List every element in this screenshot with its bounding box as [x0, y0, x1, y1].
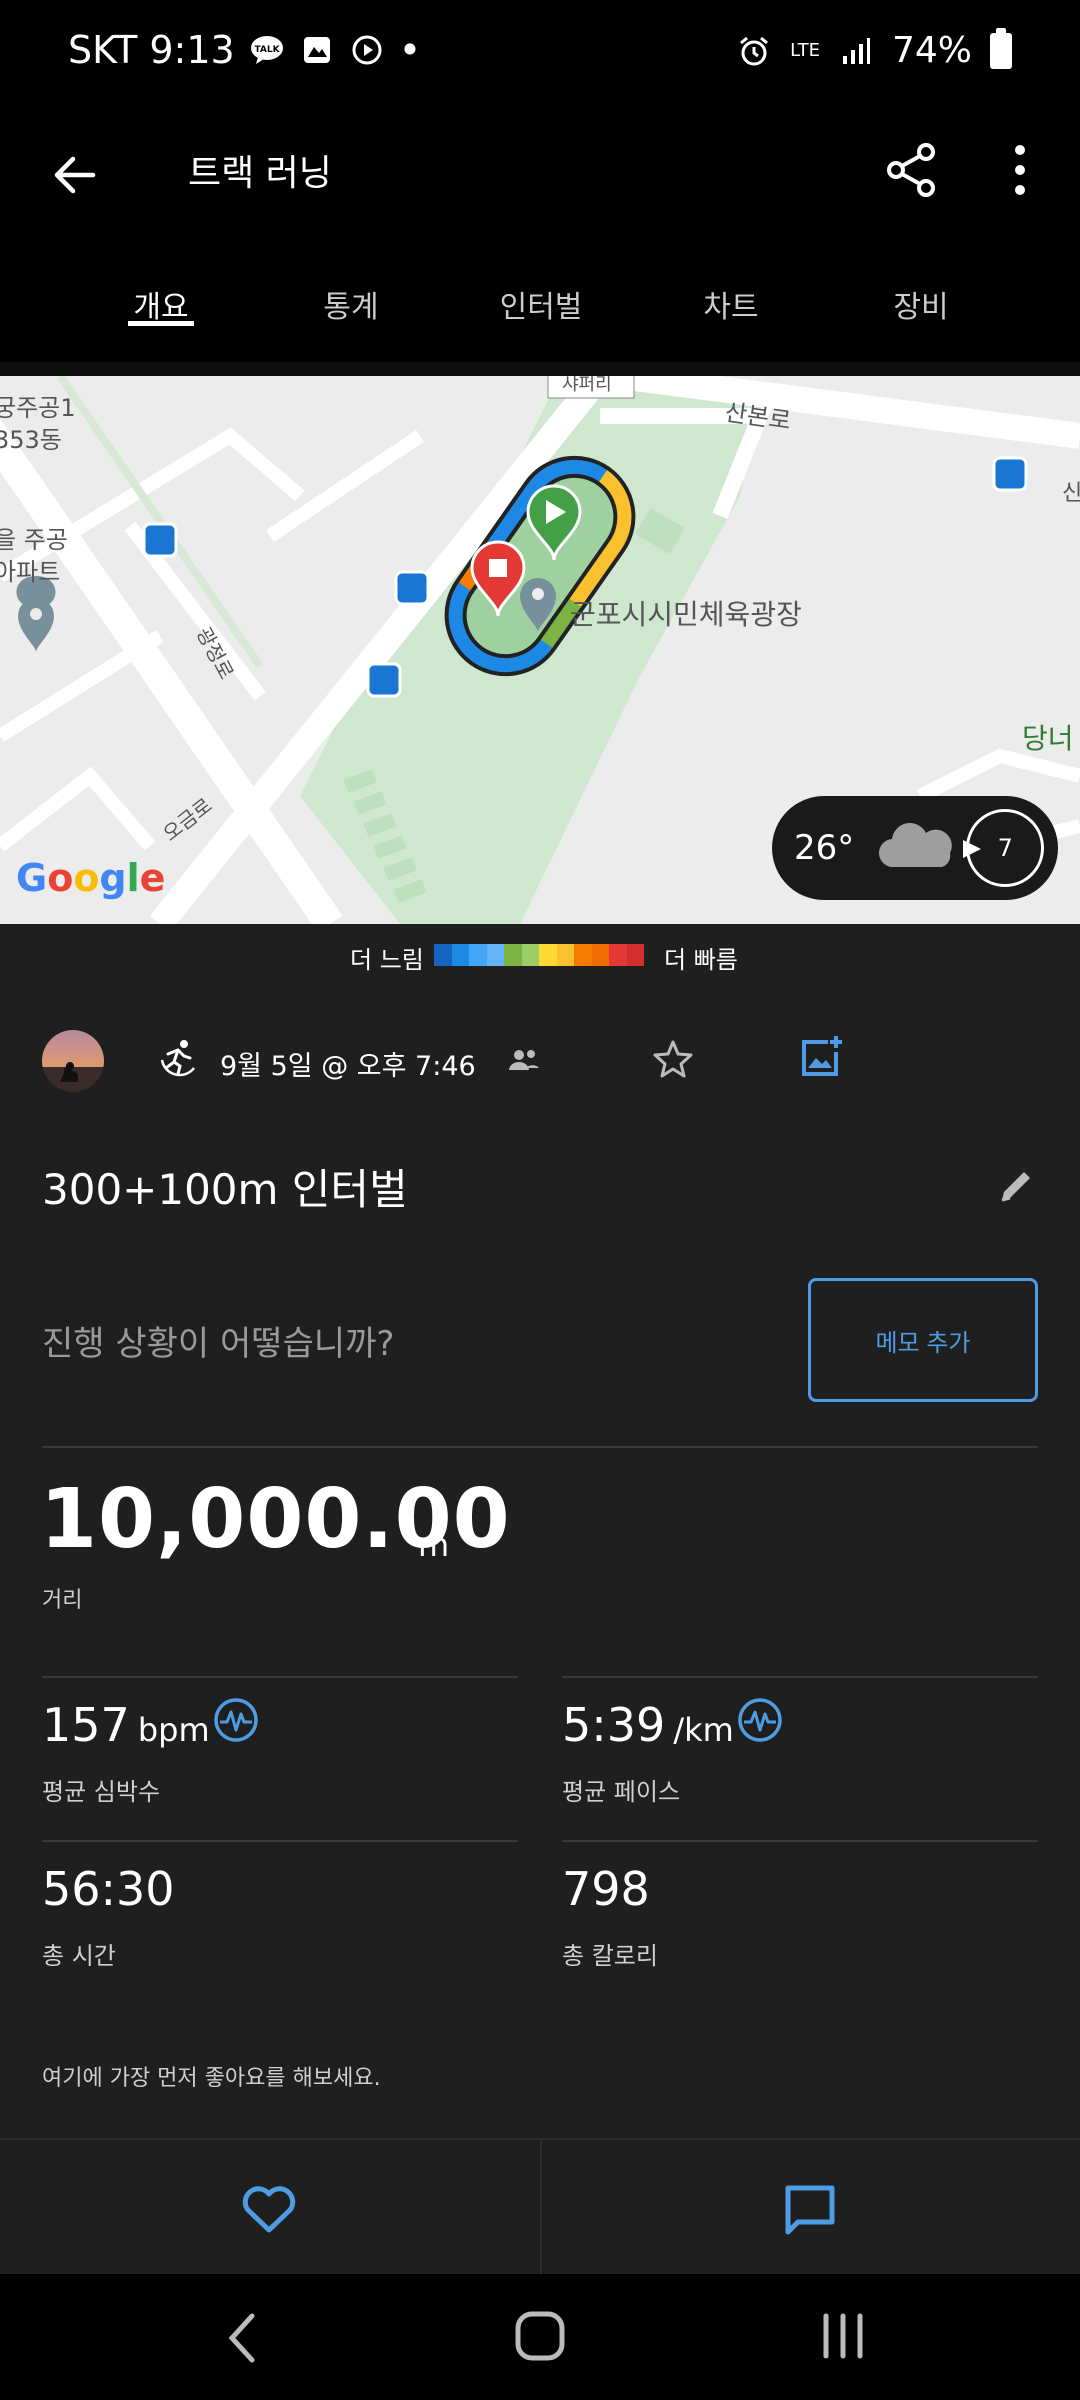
map-label-6: 아파트 — [0, 558, 60, 586]
page-title: 트랙 러닝 — [188, 153, 332, 194]
divider — [42, 1446, 1038, 1448]
map-label-10: 당너 — [1022, 722, 1074, 755]
system-nav-bar — [0, 2274, 1080, 2400]
group-icon[interactable] — [504, 1040, 544, 1080]
share-icon — [887, 143, 935, 197]
alarm-icon — [736, 33, 772, 69]
calories-label: 총 칼로리 — [562, 1942, 658, 1970]
map-label-4: 353동 — [0, 426, 62, 454]
stat-divider — [42, 1676, 518, 1678]
tab-stats[interactable]: 통계 — [256, 260, 446, 326]
map-label-1: 샤퍼리 — [562, 376, 612, 395]
legend-color-bar — [434, 944, 644, 966]
tab-overview[interactable]: 개요 — [66, 260, 256, 326]
arrow-left-icon — [54, 156, 96, 194]
heart-rate-label: 평균 심박수 — [42, 1778, 161, 1806]
action-bar — [0, 2138, 1080, 2276]
image-notification-icon — [299, 32, 335, 68]
activity-date: 9월 5일 @ 오후 7:46 — [220, 1051, 476, 1082]
total-time-label: 총 시간 — [42, 1942, 116, 1970]
legend-color-swatch — [521, 944, 539, 966]
add-photo-icon[interactable] — [798, 1034, 844, 1080]
legend-color-swatch — [626, 944, 644, 966]
edit-pencil-icon[interactable] — [996, 1166, 1036, 1206]
tab-gear[interactable]: 장비 — [826, 260, 1016, 326]
legend-color-swatch — [591, 944, 609, 966]
distance-unit: m — [418, 1526, 450, 1564]
pace-value: 5:39 — [562, 1698, 666, 1752]
network-type: LTE — [790, 39, 820, 61]
more-vertical-icon — [1015, 145, 1025, 195]
notification-dot: • — [398, 28, 422, 72]
tab-interval[interactable]: 인터벌 — [446, 260, 636, 326]
star-icon[interactable] — [652, 1038, 694, 1080]
map-label-8: 군포시시민체육광장 — [570, 598, 802, 631]
tab-chart[interactable]: 차트 — [636, 260, 826, 326]
carrier-time: SKT 9:13 — [68, 28, 235, 72]
legend-color-swatch — [556, 944, 574, 966]
legend-color-swatch — [451, 944, 469, 966]
media-play-icon — [349, 32, 385, 68]
action-separator — [540, 2140, 542, 2276]
app-bar: 트랙 러닝 — [0, 110, 1080, 260]
add-memo-button[interactable]: 메모 추가 — [808, 1278, 1038, 1402]
nav-back-icon[interactable] — [222, 2310, 262, 2366]
calories-value: 798 — [562, 1862, 650, 1916]
total-time-value: 56:30 — [42, 1862, 175, 1916]
uv-index-badge: 7 — [963, 809, 1045, 887]
legend-color-swatch — [504, 944, 522, 966]
tab-bar: 개요 통계 인터벌 차트 장비 — [0, 260, 1080, 365]
pace-zone-icon[interactable] — [736, 1696, 784, 1744]
legend-slow-label: 더 느림 — [350, 946, 424, 974]
svg-text:TALK: TALK — [254, 45, 280, 55]
activity-summary: 9월 5일 @ 오후 7:46 300+100m 인터벌 진행 상황이 어떻습니… — [0, 986, 1080, 2138]
weather-badge: 26° 7 — [772, 796, 1058, 900]
uv-value: 7 — [997, 834, 1013, 862]
battery-percent: 74% — [891, 30, 972, 71]
weather-temperature: 26° — [794, 828, 855, 868]
pace-label: 평균 페이스 — [562, 1778, 681, 1806]
heart-rate-value: 157 — [42, 1698, 130, 1752]
google-logo: Google — [16, 856, 166, 900]
legend-color-swatch — [539, 944, 557, 966]
wind-direction-icon — [963, 840, 982, 858]
back-button[interactable] — [40, 140, 110, 210]
map-label-11: 신 — [1062, 481, 1080, 506]
legend-color-swatch — [574, 944, 592, 966]
like-prompt: 여기에 가장 먼저 좋아요를 해보세요. — [42, 2066, 381, 2091]
progress-prompt: 진행 상황이 어떻습니까? — [42, 1324, 395, 1364]
map-label-5: 을 주공 — [0, 526, 68, 554]
stat-divider — [562, 1840, 1038, 1842]
nav-recents-icon[interactable] — [818, 2310, 868, 2362]
nav-home-icon[interactable] — [514, 2310, 566, 2362]
legend-color-swatch — [434, 944, 452, 966]
comment-icon[interactable] — [782, 2182, 838, 2238]
heart-rate-zone-icon[interactable] — [212, 1696, 260, 1744]
stat-divider — [562, 1676, 1038, 1678]
legend-color-swatch — [469, 944, 487, 966]
tab-divider — [0, 362, 1080, 376]
talk-icon: TALK — [249, 32, 285, 68]
share-button[interactable] — [876, 134, 948, 206]
heart-rate-unit: bpm — [137, 1711, 210, 1749]
battery-icon — [990, 27, 1012, 69]
legend-fast-label: 더 빠름 — [664, 946, 738, 974]
map-label-3: 궁주공1 — [0, 394, 76, 422]
pace-legend: 더 느림 더 빠름 — [0, 924, 1080, 986]
legend-color-swatch — [609, 944, 627, 966]
cloud-icon — [879, 823, 953, 868]
route-map[interactable]: 샤퍼리 산본로 궁주공1 353동 을 주공 아파트 광정로 군포시시민체육광장… — [0, 376, 1080, 924]
running-icon — [160, 1040, 195, 1077]
signal-icon — [838, 33, 874, 69]
like-heart-icon[interactable] — [240, 2182, 298, 2236]
distance-label: 거리 — [42, 1588, 83, 1613]
stat-divider — [42, 1840, 518, 1842]
more-options-button[interactable] — [990, 134, 1050, 206]
activity-meta-row: 9월 5일 @ 오후 7:46 — [42, 1028, 1042, 1098]
legend-color-swatch — [486, 944, 504, 966]
avatar[interactable] — [42, 1030, 104, 1092]
status-bar: SKT 9:13 TALK • LTE 74% — [0, 0, 1080, 110]
pace-unit: /km — [673, 1711, 734, 1749]
activity-title: 300+100m 인터벌 — [42, 1165, 408, 1214]
